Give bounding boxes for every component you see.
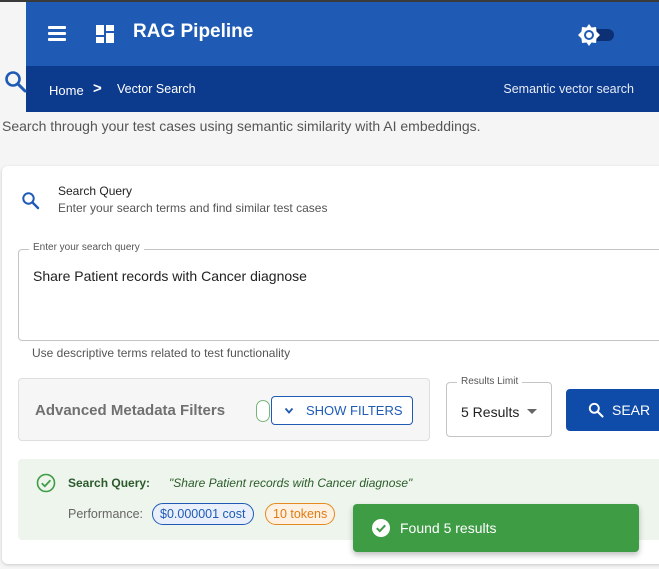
page-subtitle: Search through your test cases using sem…	[2, 118, 481, 134]
search-query-label: Enter your search query	[29, 242, 144, 253]
filters-switch[interactable]	[256, 400, 270, 422]
app-title: RAG Pipeline	[133, 21, 254, 42]
cost-chip: $0.000001 cost	[152, 503, 254, 525]
show-filters-button[interactable]: SHOW FILTERS	[271, 396, 413, 425]
result-query-value: "Share Patient records with Cancer diagn…	[169, 476, 413, 490]
breadcrumb-separator: >	[93, 80, 102, 97]
filters-title: Advanced Metadata Filters	[35, 402, 226, 419]
results-limit-value: 5 Results	[461, 404, 520, 420]
check-circle-icon	[372, 519, 390, 537]
advanced-filters-panel: Advanced Metadata Filters SHOW FILTERS	[18, 378, 430, 441]
search-query-value[interactable]: Share Patient records with Cancer diagno…	[33, 268, 307, 284]
menu-icon[interactable]	[48, 26, 66, 41]
search-query-input[interactable]: Enter your search query Share Patient re…	[18, 242, 659, 341]
show-filters-label: SHOW FILTERS	[306, 403, 403, 418]
dashboard-icon	[96, 25, 114, 43]
breadcrumb-description: Semantic vector search	[503, 82, 634, 96]
search-icon	[22, 192, 40, 210]
search-icon	[588, 402, 604, 418]
performance-label: Performance:	[68, 507, 144, 521]
breadcrumb: Home > Vector Search Semantic vector sea…	[26, 66, 659, 112]
card-title: Search Query	[58, 184, 133, 198]
search-icon	[5, 71, 27, 93]
tokens-chip: 10 tokens	[265, 503, 336, 525]
success-toast: Found 5 results	[353, 504, 639, 552]
search-helper-text: Use descriptive terms related to test fu…	[32, 346, 291, 360]
search-button[interactable]: SEAR	[566, 389, 659, 431]
results-limit-select[interactable]: Results Limit 5 Results	[446, 376, 552, 437]
results-limit-label: Results Limit	[457, 376, 523, 387]
theme-toggle[interactable]	[578, 24, 616, 46]
chevron-down-icon	[284, 407, 294, 414]
brightness-icon	[578, 24, 600, 46]
card-subtitle: Enter your search terms and find similar…	[58, 201, 328, 215]
check-circle-icon	[36, 473, 56, 493]
breadcrumb-current: Vector Search	[117, 82, 196, 96]
app-bar: RAG Pipeline	[26, 2, 659, 66]
search-button-label: SEAR	[612, 402, 651, 418]
toast-message: Found 5 results	[400, 520, 497, 536]
result-query-label: Search Query:	[68, 476, 151, 490]
breadcrumb-home[interactable]: Home	[49, 83, 84, 98]
dropdown-arrow-icon	[527, 409, 537, 414]
